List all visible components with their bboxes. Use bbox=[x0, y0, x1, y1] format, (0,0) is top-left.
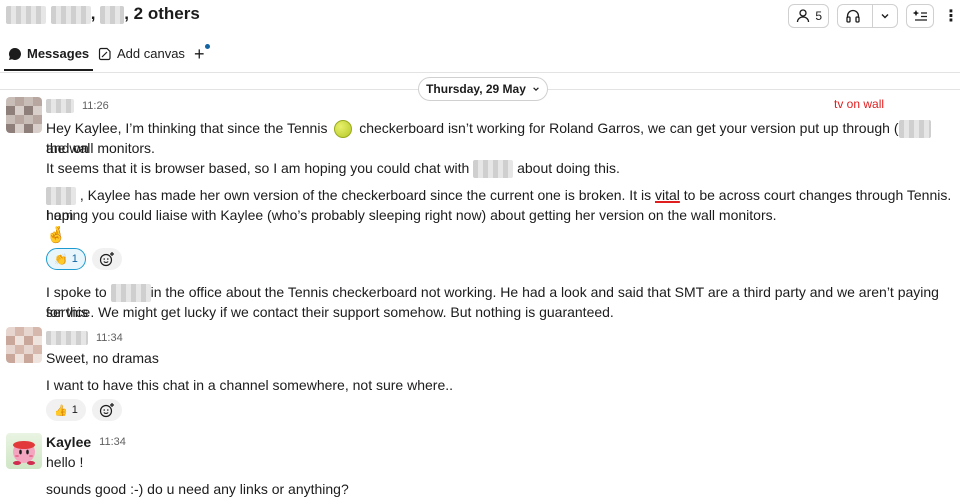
headphones-icon bbox=[846, 9, 860, 23]
redacted-sender-name[interactable] bbox=[46, 331, 88, 345]
channel-header: , , 2 others 5 ⋮ bbox=[0, 0, 960, 32]
message-timestamp[interactable]: 11:34 bbox=[99, 436, 126, 448]
tab-messages[interactable]: Messages bbox=[3, 46, 94, 71]
add-reaction-button[interactable] bbox=[91, 399, 122, 421]
people-icon bbox=[797, 9, 810, 23]
redacted-name bbox=[898, 120, 931, 139]
tab-messages-label: Messages bbox=[27, 46, 90, 61]
canvas-icon bbox=[98, 47, 111, 60]
message-timestamp[interactable]: 11:26 bbox=[82, 100, 109, 112]
message-text: service. We might get lucky if we contac… bbox=[46, 304, 614, 320]
tab-add-canvas-label: Add canvas bbox=[117, 46, 185, 61]
huddle-button[interactable] bbox=[838, 5, 868, 27]
members-count: 5 bbox=[815, 9, 822, 23]
avatar[interactable] bbox=[6, 433, 42, 469]
tennis-ball-emoji bbox=[334, 120, 353, 139]
redacted-name bbox=[46, 187, 76, 206]
add-emoji-icon bbox=[99, 252, 114, 267]
clap-emoji: 👏 bbox=[54, 253, 68, 266]
avatar[interactable] bbox=[6, 97, 42, 133]
message-meta: 11:26 bbox=[46, 99, 109, 113]
tab-add-canvas[interactable]: Add canvas bbox=[98, 46, 185, 61]
add-reaction-button[interactable] bbox=[91, 248, 122, 270]
reaction-count: 1 bbox=[71, 404, 78, 416]
huddle-options-button[interactable] bbox=[872, 5, 897, 27]
huddle-button-group bbox=[837, 4, 898, 28]
sparkle-list-icon bbox=[912, 10, 927, 21]
sender-name[interactable]: Kaylee bbox=[46, 434, 91, 450]
reaction-count: 1 bbox=[71, 253, 78, 265]
crossed-fingers-emoji: 🤞 bbox=[46, 227, 66, 244]
more-options-button[interactable]: ⋮ bbox=[942, 4, 960, 28]
reaction-bar: 👏 1 bbox=[46, 248, 122, 270]
date-divider-button[interactable]: Thursday, 29 May bbox=[418, 77, 548, 101]
title-others: 2 others bbox=[133, 4, 200, 23]
thumbs-up-emoji: 👍 bbox=[54, 404, 68, 417]
redacted-name bbox=[110, 284, 151, 303]
add-emoji-icon bbox=[99, 403, 114, 418]
message-text: It seems that it is browser based, so I … bbox=[46, 158, 954, 179]
message-text: Sweet, no dramas bbox=[46, 350, 159, 366]
message-timestamp[interactable]: 11:34 bbox=[96, 332, 123, 344]
reaction-clap[interactable]: 👏 1 bbox=[46, 248, 86, 270]
kebab-icon: ⋮ bbox=[943, 8, 959, 25]
ai-summary-button[interactable] bbox=[906, 4, 934, 28]
members-button[interactable]: 5 bbox=[788, 4, 829, 28]
channel-title[interactable]: , , 2 others bbox=[6, 4, 200, 24]
spellcheck-word: vital bbox=[654, 187, 680, 203]
message-text: hello ! bbox=[46, 454, 84, 470]
message-meta: 11:34 bbox=[46, 331, 123, 345]
add-tab-button[interactable]: + bbox=[194, 44, 210, 65]
plus-icon: + bbox=[194, 44, 205, 64]
redacted-name bbox=[6, 5, 46, 24]
message-text: I want to have this chat in a channel so… bbox=[46, 377, 454, 393]
message-meta: Kaylee 11:34 bbox=[46, 434, 126, 450]
notification-dot bbox=[204, 44, 210, 49]
avatar[interactable] bbox=[6, 327, 42, 363]
chevron-down-icon bbox=[881, 14, 889, 19]
annotation-text: tv on wall bbox=[834, 97, 885, 111]
message-text: hoping you could liaise with Kaylee (who… bbox=[46, 207, 777, 223]
date-divider-label: Thursday, 29 May bbox=[426, 82, 526, 96]
reaction-bar: 👍 1 bbox=[46, 399, 122, 421]
redacted-name bbox=[473, 160, 514, 179]
kirby-avatar-icon bbox=[13, 441, 35, 465]
message-text: sounds good :-) do u need any links or a… bbox=[46, 481, 349, 497]
redacted-name bbox=[100, 5, 125, 24]
redacted-sender-name[interactable] bbox=[46, 99, 74, 113]
redacted-name bbox=[50, 5, 91, 24]
message-text: the wall monitors. bbox=[46, 140, 155, 156]
channel-tabs: Messages Add canvas + bbox=[0, 38, 960, 73]
message-bubble-icon bbox=[8, 47, 21, 60]
reaction-thumbs-up[interactable]: 👍 1 bbox=[46, 399, 86, 421]
chevron-down-icon bbox=[533, 87, 539, 92]
